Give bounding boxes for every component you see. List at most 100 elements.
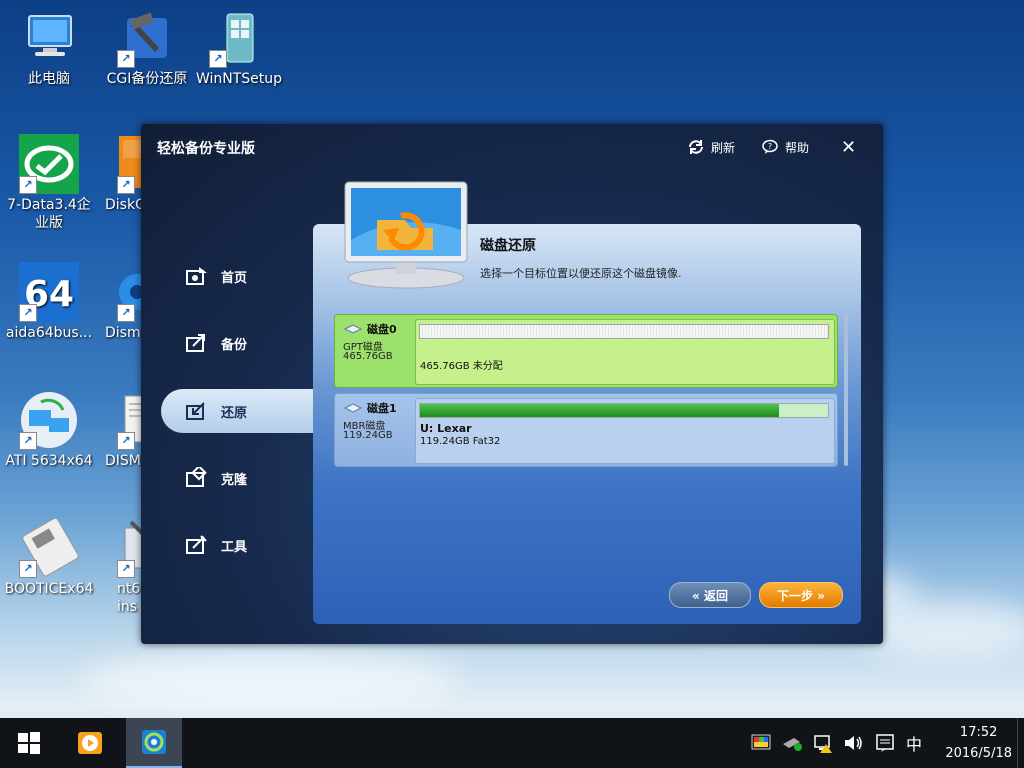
media-player-icon bbox=[78, 732, 102, 754]
disk-row-disk1[interactable]: 磁盘1 MBR磁盘 119.24GB U: Lexar 119.24GB Fat… bbox=[334, 393, 838, 467]
taskbar-media-player[interactable] bbox=[62, 718, 118, 768]
window-title: 轻松备份专业版 bbox=[157, 141, 255, 157]
desktop-icon-label: 此电脑 bbox=[28, 71, 70, 87]
desktop-icon-dism[interactable]: ↗ Dism bbox=[101, 262, 141, 342]
nav-backup[interactable]: 备份 bbox=[161, 321, 321, 365]
diskgenius-icon: ↗ bbox=[101, 134, 141, 194]
nav-label: 备份 bbox=[221, 337, 248, 353]
desktop-icon-ati[interactable]: ↗ ATI 5634x64 bbox=[4, 390, 94, 470]
bootice-floppy-icon: ↗ bbox=[19, 517, 79, 578]
hard-disk-icon bbox=[343, 403, 363, 413]
partition-free-fill bbox=[779, 404, 828, 417]
desktop-icon-cgi[interactable]: ↗ CGI备份还原 bbox=[102, 8, 192, 88]
action-center-icon[interactable] bbox=[874, 732, 896, 754]
disk-restore-illustration-icon bbox=[344, 181, 468, 289]
wallpaper-cloud bbox=[80, 650, 460, 710]
desktop-icon-winntsetup[interactable]: ↗ WinNTSetup bbox=[194, 8, 284, 88]
refresh-button[interactable]: 刷新 bbox=[687, 138, 735, 156]
desktop-icon-label: DISM bbox=[105, 453, 141, 469]
shortcut-arrow-icon: ↗ bbox=[19, 432, 37, 450]
disk-name: 磁盘0 bbox=[343, 321, 397, 337]
dism-icon: ↗ bbox=[101, 262, 141, 322]
desktop-icon-label: DiskG bbox=[105, 197, 141, 213]
panel-title: 磁盘还原 bbox=[480, 238, 536, 254]
restore-icon bbox=[186, 402, 205, 420]
partition-unallocated[interactable]: 465.76GB 未分配 bbox=[415, 319, 835, 385]
network-warning-icon[interactable] bbox=[812, 732, 834, 754]
desktop-icon-7data[interactable]: ↗ 7-Data3.4企业版 bbox=[4, 134, 94, 232]
aida64-icon: 64 ↗ bbox=[19, 262, 79, 322]
desktop-icon-dism2-clip: ↗ DISM bbox=[101, 390, 141, 470]
disk-row-disk0[interactable]: 磁盘0 GPT磁盘 465.76GB 465.76GB 未分配 bbox=[334, 314, 838, 388]
7data-recovery-icon: ↗ bbox=[19, 134, 79, 194]
backup-app-window: 轻松备份专业版 刷新 ? 帮助 ✕ 首页 备份 还原 克隆 工具 磁盘还原 选择… bbox=[141, 124, 883, 644]
desktop-icon-nt6[interactable]: ↗ nt6 ins bbox=[101, 518, 141, 616]
refresh-icon bbox=[689, 140, 703, 154]
svg-text:?: ? bbox=[768, 142, 772, 151]
shortcut-arrow-icon: ↗ bbox=[19, 304, 37, 322]
windows-logo-icon bbox=[18, 732, 40, 754]
clock-date: 2016/5/18 bbox=[945, 746, 1012, 761]
ati-network-icon: ↗ bbox=[19, 390, 79, 450]
close-button[interactable]: ✕ bbox=[841, 137, 856, 158]
taskbar-backup-app[interactable] bbox=[126, 718, 182, 768]
nav-home[interactable]: 首页 bbox=[161, 254, 321, 298]
start-button[interactable] bbox=[0, 718, 58, 768]
volume-icon[interactable] bbox=[842, 732, 864, 754]
desktop-icon-label: Dism bbox=[105, 325, 141, 341]
desktop-icon-diskgenius[interactable]: ↗ DiskG bbox=[101, 134, 141, 214]
partition-usage-bar bbox=[419, 324, 829, 339]
nav-clone[interactable]: 克隆 bbox=[161, 456, 321, 500]
desktop-icon-this-pc[interactable]: 此电脑 bbox=[4, 8, 94, 88]
disk-size: 119.24GB bbox=[343, 430, 393, 441]
refresh-label: 刷新 bbox=[711, 140, 736, 155]
disk-list-scrollbar[interactable] bbox=[844, 314, 848, 466]
nav-label: 克隆 bbox=[221, 472, 248, 488]
clock-time: 17:52 bbox=[959, 725, 998, 740]
nav-label: 首页 bbox=[221, 270, 248, 286]
taskbar: 中 17:52 2016/5/18 bbox=[0, 718, 1024, 768]
nt6-installer-icon: ↗ bbox=[101, 518, 141, 578]
cgi-backup-icon: ↗ bbox=[117, 8, 177, 68]
nav-restore[interactable]: 还原 bbox=[161, 389, 321, 433]
desktop-icon-label: aida64bus... bbox=[5, 325, 93, 341]
back-button[interactable]: « 返回 bbox=[669, 582, 751, 608]
partition-usage-bar bbox=[419, 403, 829, 418]
dism-doc-icon: ↗ bbox=[101, 390, 141, 450]
winntsetup-icon: ↗ bbox=[209, 8, 269, 68]
backup-icon bbox=[186, 334, 205, 352]
disk-name-text: 磁盘0 bbox=[367, 323, 397, 336]
disk-name-text: 磁盘1 bbox=[367, 402, 397, 415]
color-display-icon[interactable] bbox=[750, 732, 772, 754]
desktop-icon-label: nt6 ins bbox=[117, 581, 141, 615]
nav-label: 工具 bbox=[221, 539, 248, 555]
partition-lexar[interactable]: U: Lexar 119.24GB Fat32 bbox=[415, 398, 835, 464]
wallpaper-cloud bbox=[860, 600, 1024, 660]
desktop-icon-bootice[interactable]: ↗ BOOTICEx64 bbox=[4, 517, 94, 598]
desktop-icon-nt6-clip: ↗ nt6 ins bbox=[101, 518, 141, 616]
input-method-indicator[interactable]: 中 bbox=[906, 731, 922, 755]
usb-device-icon[interactable] bbox=[780, 732, 804, 754]
disk-size: 465.76GB bbox=[343, 351, 393, 362]
panel-subtitle: 选择一个目标位置以便还原这个磁盘镜像. bbox=[480, 267, 682, 280]
desktop-icon-label: 7-Data3.4企业版 bbox=[7, 197, 91, 231]
nav-tools[interactable]: 工具 bbox=[161, 523, 321, 567]
desktop-icon-dism-doc[interactable]: ↗ DISM bbox=[101, 390, 141, 470]
shortcut-arrow-icon: ↗ bbox=[117, 176, 135, 194]
taskbar-clock[interactable]: 17:52 2016/5/18 bbox=[945, 722, 1012, 764]
partition-info: 465.76GB 未分配 bbox=[420, 361, 503, 372]
next-button[interactable]: 下一步 » bbox=[759, 582, 843, 608]
shortcut-arrow-icon: ↗ bbox=[117, 50, 135, 68]
system-tray: 中 bbox=[750, 718, 922, 768]
help-button[interactable]: ? 帮助 bbox=[761, 138, 809, 156]
hard-disk-icon bbox=[343, 324, 363, 334]
backup-app-icon bbox=[142, 730, 166, 754]
disk-name: 磁盘1 bbox=[343, 400, 397, 416]
close-icon: ✕ bbox=[841, 137, 857, 158]
show-desktop-button[interactable] bbox=[1017, 718, 1024, 768]
clone-icon bbox=[186, 467, 207, 487]
desktop-icon-aida64[interactable]: 64 ↗ aida64bus... bbox=[4, 262, 94, 342]
nav-label: 还原 bbox=[221, 405, 248, 421]
help-label: 帮助 bbox=[785, 140, 810, 155]
help-icon: ? bbox=[762, 139, 778, 154]
